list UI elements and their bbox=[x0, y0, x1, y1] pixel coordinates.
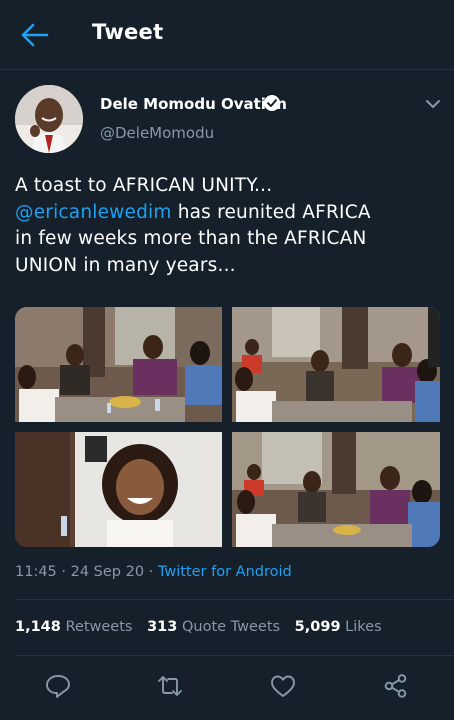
retweets-stat[interactable]: 1,148 Retweets bbox=[15, 619, 132, 635]
reply-icon[interactable] bbox=[43, 672, 73, 700]
tweet-time: 11:45 bbox=[15, 564, 57, 580]
tweet-source-link[interactable]: Twitter for Android bbox=[158, 564, 292, 580]
tweet-line-text: has reunited AFRICA bbox=[171, 201, 371, 223]
back-arrow-icon[interactable] bbox=[20, 22, 50, 48]
meta-separator: · bbox=[144, 564, 158, 580]
retweet-icon[interactable] bbox=[155, 672, 185, 700]
divider bbox=[15, 655, 454, 656]
divider bbox=[15, 599, 454, 600]
page-title: Tweet bbox=[92, 20, 164, 44]
retweets-label: Retweets bbox=[65, 619, 133, 635]
author-handle[interactable]: @DeleMomodu bbox=[100, 124, 214, 142]
author-display-name[interactable]: Dele Momodu Ovation bbox=[100, 95, 287, 113]
media-grid bbox=[15, 307, 440, 547]
verified-badge-icon bbox=[263, 94, 281, 112]
tweet-date: 24 Sep 20 bbox=[70, 564, 145, 580]
quote-tweets-stat[interactable]: 313 Quote Tweets bbox=[147, 619, 280, 635]
tweet-photo-2[interactable] bbox=[232, 307, 440, 422]
tweet-text: A toast to AFRICAN UNITY... @ericanlewed… bbox=[15, 173, 439, 279]
quote-tweets-label: Quote Tweets bbox=[181, 619, 281, 635]
tweet-line: in few weeks more than the AFRICAN bbox=[15, 228, 367, 249]
tweet-line: @ericanlewedim has reunited AFRICA bbox=[15, 200, 439, 227]
mention-link[interactable]: @ericanlewedim bbox=[15, 202, 172, 223]
author-avatar[interactable] bbox=[15, 85, 83, 153]
tweet-timestamp: 11:45 · 24 Sep 20 · Twitter for Android bbox=[15, 564, 292, 580]
likes-label: Likes bbox=[345, 619, 382, 635]
likes-count: 5,099 bbox=[294, 619, 341, 635]
share-icon[interactable] bbox=[381, 672, 411, 700]
retweets-count: 1,148 bbox=[15, 619, 61, 635]
tweet-photo-4[interactable] bbox=[232, 432, 440, 547]
like-icon[interactable] bbox=[268, 672, 298, 700]
chevron-down-icon[interactable] bbox=[424, 96, 442, 110]
tweet-photo-1[interactable] bbox=[15, 307, 222, 422]
tweet-photo-3[interactable] bbox=[15, 432, 222, 547]
quote-tweets-count: 313 bbox=[147, 619, 178, 635]
tweet-line: UNION in many years... bbox=[15, 254, 236, 276]
likes-stat[interactable]: 5,099 Likes bbox=[295, 619, 382, 635]
tweet-line: A toast to AFRICAN UNITY... bbox=[15, 175, 273, 196]
engagement-stats: 1,148 Retweets 313 Quote Tweets 5,099 Li… bbox=[15, 619, 392, 635]
top-bar: Tweet bbox=[0, 0, 454, 70]
meta-separator: · bbox=[56, 564, 71, 580]
